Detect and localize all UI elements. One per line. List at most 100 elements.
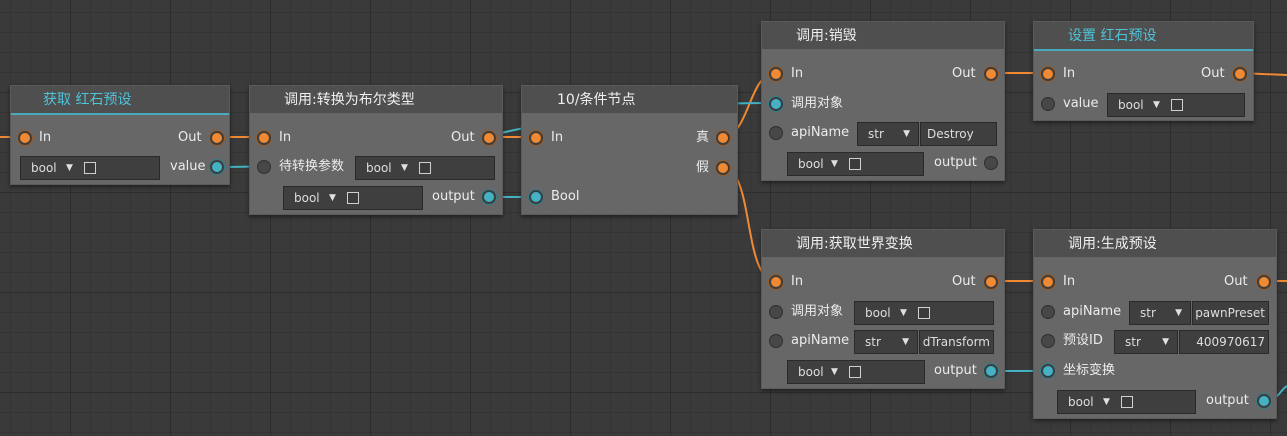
- preset-type-dropdown[interactable]: str ▼: [1114, 330, 1178, 354]
- preset-pin-icon[interactable]: [1041, 334, 1055, 348]
- exec-in-pin-icon[interactable]: [769, 275, 783, 289]
- target-row: 调用对象: [762, 92, 1004, 116]
- output-type-dropdown[interactable]: bool ▼: [787, 360, 925, 384]
- exec-out-pin-icon[interactable]: [210, 131, 224, 145]
- api-row: apiName str ▼ dTransform: [762, 329, 1004, 354]
- param-pin-icon[interactable]: [257, 160, 271, 174]
- exec-out-pin-icon[interactable]: [482, 131, 496, 145]
- node-condition[interactable]: 10/条件节点 In 真 假 Bool: [521, 85, 738, 215]
- node-get-redstone-preset[interactable]: 获取 红石预设 In Out bool ▼ value: [10, 85, 230, 185]
- data-out-pin-icon[interactable]: [984, 364, 998, 378]
- in-label: In: [39, 130, 52, 145]
- exec-in-pin-icon[interactable]: [1041, 67, 1055, 81]
- data-out-pin-icon[interactable]: [482, 190, 496, 204]
- exec-row: In 真: [522, 126, 737, 150]
- target-type-value: bool: [865, 306, 891, 320]
- exec-out-pin-icon[interactable]: [1233, 67, 1247, 81]
- checkbox-icon[interactable]: [918, 307, 930, 319]
- api-row: apiName str ▼ pawnPreset: [1034, 300, 1276, 325]
- checkbox-icon[interactable]: [84, 162, 96, 174]
- chevron-down-icon: ▼: [401, 163, 408, 173]
- param-type-dropdown[interactable]: bool ▼: [355, 156, 495, 180]
- checkbox-icon[interactable]: [1121, 396, 1133, 408]
- in-label: In: [791, 274, 804, 289]
- exec-in-pin-icon[interactable]: [18, 131, 32, 145]
- output-label: output: [934, 363, 977, 378]
- exec-row: In Out: [1034, 270, 1276, 294]
- chevron-down-icon: ▼: [831, 367, 838, 377]
- param-type-value: bool: [366, 161, 392, 175]
- checkbox-icon[interactable]: [347, 192, 359, 204]
- api-name-input[interactable]: dTransform: [919, 330, 994, 354]
- api-name-value: Destroy: [927, 127, 974, 141]
- node-header[interactable]: 调用:转换为布尔类型: [250, 86, 502, 115]
- exec-true-pin-icon[interactable]: [716, 131, 730, 145]
- in-label: In: [1063, 274, 1076, 289]
- node-header[interactable]: 10/条件节点: [522, 86, 737, 115]
- out-label: Out: [1224, 274, 1248, 289]
- exec-out-pin-icon[interactable]: [1257, 275, 1271, 289]
- api-name-value: pawnPreset: [1195, 306, 1265, 320]
- node-header[interactable]: 调用:生成预设: [1034, 230, 1276, 259]
- preset-id-input[interactable]: 400970617: [1179, 330, 1269, 354]
- api-type-dropdown[interactable]: str ▼: [1129, 301, 1191, 325]
- in-label: In: [1063, 66, 1076, 81]
- api-pin-icon[interactable]: [769, 334, 783, 348]
- in-label: In: [279, 130, 292, 145]
- value-type-dropdown[interactable]: bool ▼: [1107, 93, 1245, 117]
- node-destroy[interactable]: 调用:销毁 In Out 调用对象 apiName str ▼ Destroy …: [761, 21, 1005, 181]
- checkbox-icon[interactable]: [1171, 99, 1183, 111]
- chevron-down-icon: ▼: [900, 308, 907, 318]
- chevron-down-icon: ▼: [66, 163, 73, 173]
- output-label: output: [432, 189, 475, 204]
- api-pin-icon[interactable]: [769, 126, 783, 140]
- exec-in-pin-icon[interactable]: [529, 131, 543, 145]
- output-type-dropdown[interactable]: bool ▼: [283, 186, 423, 210]
- chevron-down-icon: ▼: [329, 193, 336, 203]
- node-title: 调用:生成预设: [1068, 236, 1157, 252]
- node-title: 调用:销毁: [796, 28, 857, 44]
- checkbox-icon[interactable]: [849, 366, 861, 378]
- api-pin-icon[interactable]: [1041, 305, 1055, 319]
- target-row: 调用对象 bool ▼: [762, 300, 1004, 325]
- node-spawn-preset[interactable]: 调用:生成预设 In Out apiName str ▼ pawnPreset …: [1033, 229, 1277, 419]
- checkbox-icon[interactable]: [419, 162, 431, 174]
- node-header[interactable]: 调用:获取世界变换: [762, 230, 1004, 259]
- data-in-pin-icon[interactable]: [529, 190, 543, 204]
- output-row: bool ▼ output: [762, 359, 1004, 384]
- chevron-down-icon: ▼: [831, 159, 838, 169]
- data-in-pin-icon[interactable]: [1041, 364, 1055, 378]
- type-dropdown[interactable]: bool ▼: [20, 156, 160, 180]
- param-row: 待转换参数 bool ▼: [250, 155, 502, 180]
- node-set-redstone-preset[interactable]: 设置 红石预设 In Out value bool ▼: [1033, 21, 1254, 121]
- data-out-pin-icon[interactable]: [984, 156, 998, 170]
- data-in-pin-icon[interactable]: [769, 97, 783, 111]
- node-header[interactable]: 获取 红石预设: [11, 86, 229, 115]
- node-cast-to-bool[interactable]: 调用:转换为布尔类型 In Out 待转换参数 bool ▼ bool ▼ ou…: [249, 85, 503, 215]
- node-header[interactable]: 设置 红石预设: [1034, 22, 1253, 51]
- api-name-input[interactable]: pawnPreset: [1192, 301, 1269, 325]
- data-in-pin-icon[interactable]: [1041, 97, 1055, 111]
- target-type-dropdown[interactable]: bool ▼: [854, 301, 994, 325]
- api-label: apiName: [791, 333, 850, 348]
- api-type-dropdown[interactable]: str ▼: [857, 122, 919, 146]
- api-type-dropdown[interactable]: str ▼: [854, 330, 918, 354]
- node-get-world-transform[interactable]: 调用:获取世界变换 In Out 调用对象 bool ▼ apiName str…: [761, 229, 1005, 389]
- data-out-pin-icon[interactable]: [1257, 394, 1271, 408]
- data-out-pin-icon[interactable]: [210, 160, 224, 174]
- node-header[interactable]: 调用:销毁: [762, 22, 1004, 51]
- exec-in-pin-icon[interactable]: [769, 67, 783, 81]
- exec-in-pin-icon[interactable]: [257, 131, 271, 145]
- transform-row: 坐标变换: [1034, 359, 1276, 383]
- data-in-pin-icon[interactable]: [769, 305, 783, 319]
- exec-out-pin-icon[interactable]: [984, 67, 998, 81]
- checkbox-icon[interactable]: [849, 158, 861, 170]
- api-name-input[interactable]: Destroy: [920, 122, 997, 146]
- output-row: bool ▼ output: [1034, 389, 1276, 414]
- false-row: 假: [522, 156, 737, 180]
- output-type-dropdown[interactable]: bool ▼: [787, 152, 924, 176]
- exec-false-pin-icon[interactable]: [716, 161, 730, 175]
- exec-in-pin-icon[interactable]: [1041, 275, 1055, 289]
- exec-out-pin-icon[interactable]: [984, 275, 998, 289]
- output-type-dropdown[interactable]: bool ▼: [1057, 390, 1196, 414]
